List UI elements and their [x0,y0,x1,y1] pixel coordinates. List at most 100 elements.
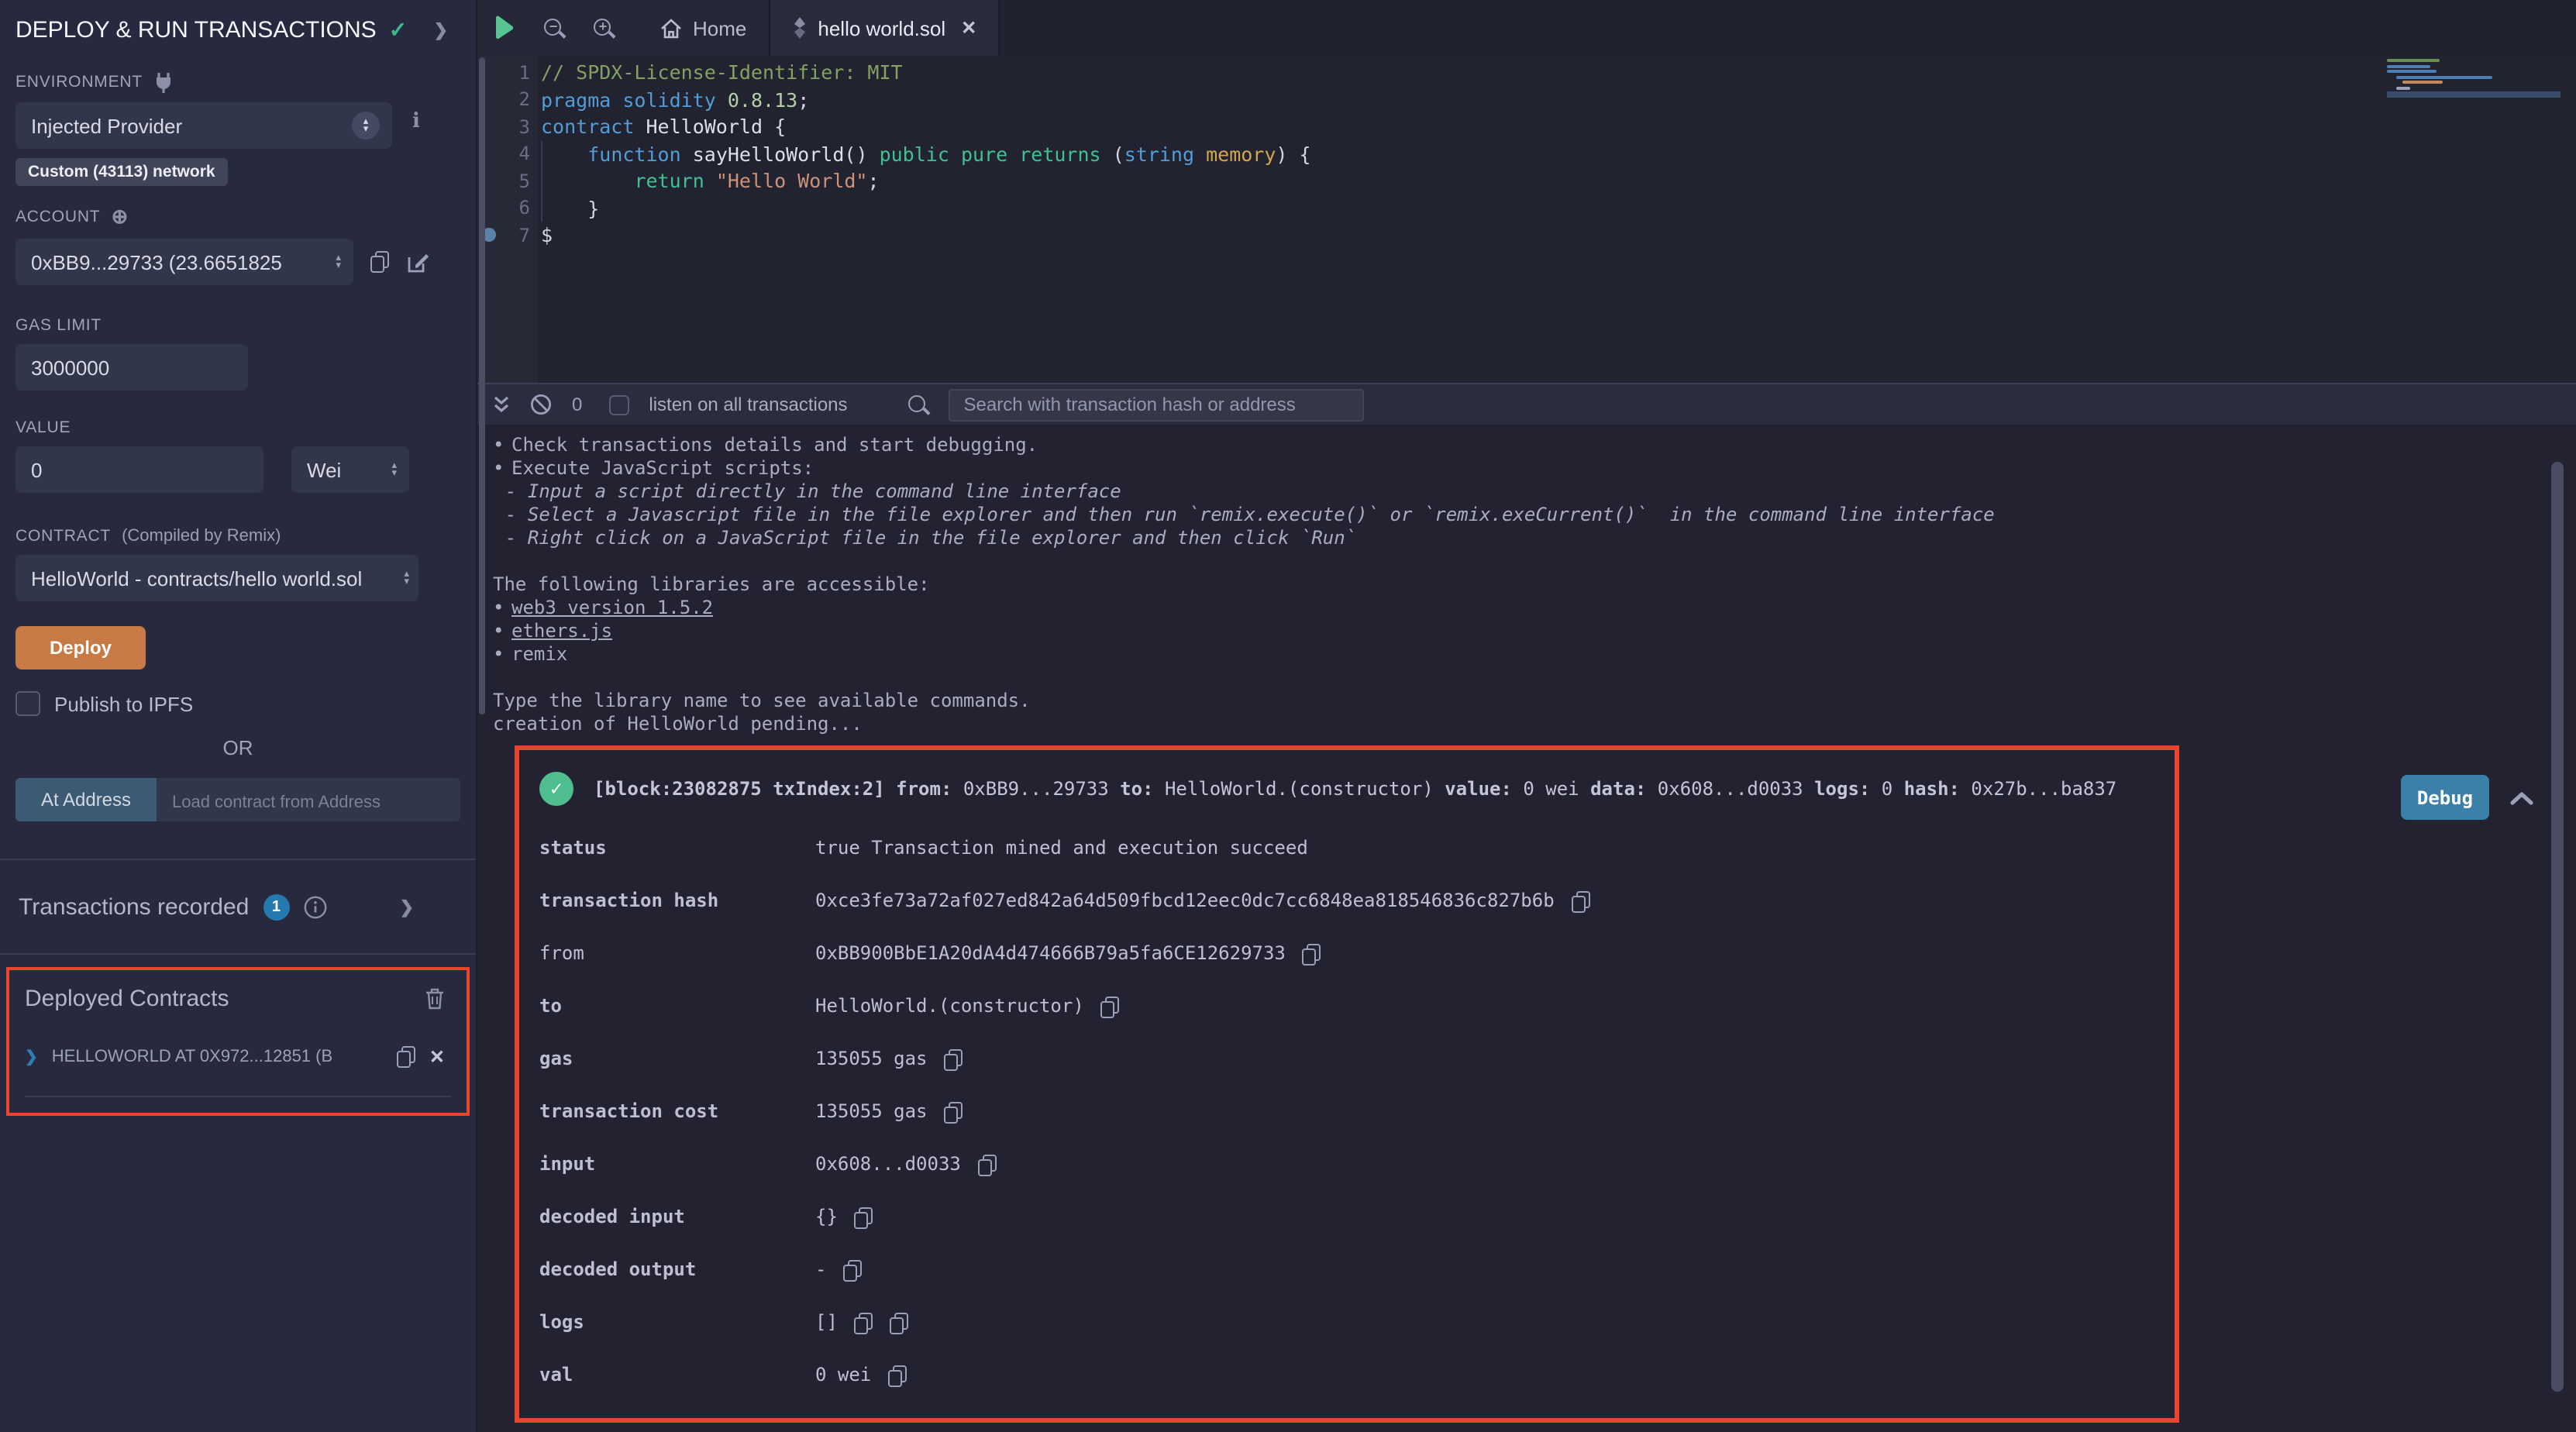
trash-icon[interactable] [425,987,445,1010]
terminal-log-line: - Right click on a JavaScript file in th… [493,527,2576,550]
or-label: OR [15,736,460,759]
edit-account-icon[interactable] [406,250,429,274]
expand-contract-chevron-icon[interactable]: ❯ [25,1048,38,1065]
value-text: {} [815,1206,838,1229]
terminal-link[interactable]: web3 version 1.5.2 [511,597,713,618]
sidebar-scrollbar[interactable] [479,57,485,714]
gas-limit-input[interactable] [15,344,248,391]
transactions-expand-chevron-icon[interactable]: ❯ [400,897,414,917]
transaction-summary[interactable]: [block:23082875 txIndex:2] from: 0xBB9..… [594,777,2116,800]
terminal-panel: 0 listen on all transactions •Check tran… [477,383,2576,1432]
add-account-icon[interactable]: ⊕ [111,205,129,229]
value-input[interactable] [15,446,263,493]
at-address-button[interactable]: At Address [15,778,157,821]
terminal-log-line: •Check transactions details and start de… [493,434,2576,457]
transaction-detail-label: transaction hash [532,890,815,913]
environment-info-icon[interactable]: i [412,109,420,133]
plug-icon [153,71,174,93]
terminal-log-line [493,550,2576,573]
terminal-text: - Right click on a JavaScript file in th… [505,527,1356,549]
publish-ipfs-checkbox[interactable] [15,691,40,716]
terminal-text: - Input a script directly in the command… [505,480,1121,502]
remove-contract-icon[interactable]: ✕ [429,1046,445,1068]
collapse-transaction-chevron-up-icon[interactable] [2509,790,2534,805]
info-circle-icon[interactable] [303,896,326,919]
bullet-icon: • [493,434,511,457]
contract-select[interactable]: HelloWorld - contracts/hello world.sol ▴… [15,555,418,601]
bullet-icon: • [493,620,511,643]
terminal-log-line: - Select a Javascript file in the file e… [493,504,2576,527]
terminal-text: Check transactions details and start deb… [511,434,1038,456]
terminal-text: creation of HelloWorld pending... [493,713,863,735]
deploy-button[interactable]: Deploy [15,626,146,670]
collapse-terminal-double-chevron-icon[interactable] [493,395,510,414]
listen-transactions-checkbox[interactable] [608,394,629,415]
terminal-search-input[interactable] [949,388,1364,421]
at-address-input[interactable] [157,778,460,821]
code-editor[interactable]: 1// SPDX-License-Identifier: MIT2pragma … [477,56,2576,383]
terminal-text: - Select a Javascript file in the file e… [505,504,1995,525]
minimap[interactable] [2387,59,2561,98]
copy-account-icon[interactable] [370,251,389,273]
terminal-scrollbar[interactable] [2551,462,2564,1392]
transaction-detail-label: val [532,1364,815,1387]
clear-console-prohibit-icon[interactable] [530,394,552,415]
value-label: VALUE [15,418,460,437]
code-line: 2pragma solidity 0.8.13; [477,86,2576,113]
copy-icon[interactable] [1303,943,1321,965]
deployed-contract-row[interactable]: ❯ HELLOWORLD AT 0X972...12851 (B ✕ [25,1046,451,1068]
environment-select-stepper-icon[interactable]: ▴▾ [352,112,380,139]
copy-icon[interactable] [978,1154,997,1176]
code-text[interactable]: contract HelloWorld { [530,115,786,139]
code-line: 6 } [477,194,2576,222]
copy-icon[interactable] [843,1259,862,1281]
zoom-in-icon[interactable]: + [594,18,614,38]
account-select[interactable]: 0xBB9...29733 (23.6651825 ▴▾ [15,239,353,285]
code-text[interactable]: function sayHelloWorld() public pure ret… [530,143,1311,166]
close-tab-icon[interactable]: ✕ [961,17,976,39]
copy-icon[interactable] [855,1207,873,1228]
transaction-detail-row: from0xBB900BbE1A20dA4d474666B79a5fa6CE12… [532,942,2144,966]
editor-toolbar: − + Home hello world.sol ✕ [477,0,2576,56]
tab-home[interactable]: Home [639,0,768,56]
copy-icon[interactable] [1101,996,1120,1017]
transaction-success-check-icon: ✓ [539,772,573,806]
copy-icon[interactable] [855,1312,873,1334]
zoom-out-icon[interactable]: − [544,18,564,38]
terminal-link[interactable]: ethers.js [511,620,612,642]
environment-select[interactable]: Injected Provider ▴▾ [15,102,392,149]
pending-transactions-count: 0 [572,394,582,415]
transaction-detail-row: gas135055 gas [532,1048,2144,1071]
listen-transactions-label: listen on all transactions [649,394,847,415]
copy-icon[interactable] [890,1312,909,1334]
terminal-log-line: creation of HelloWorld pending... [493,713,2576,736]
gas-limit-label: GAS LIMIT [15,316,460,335]
chevron-right-icon[interactable]: ❯ [434,20,448,40]
tab-hello-world-sol[interactable]: hello world.sol ✕ [768,0,1000,56]
copy-contract-address-icon[interactable] [397,1046,415,1068]
terminal-output: •Check transactions details and start de… [477,425,2576,1423]
copy-icon[interactable] [945,1048,963,1070]
code-text[interactable]: return "Hello World"; [530,170,880,193]
indent-guide [541,141,542,222]
value-unit-select[interactable]: Wei ▴▾ [291,446,409,493]
copy-icon[interactable] [945,1101,963,1123]
code-text[interactable]: pragma solidity 0.8.13; [530,88,809,112]
divider [25,1096,451,1097]
account-select-stepper-icon[interactable]: ▴▾ [336,253,341,270]
copy-icon[interactable] [888,1365,907,1386]
network-badge: Custom (43113) network [15,158,228,186]
code-text[interactable]: $ [530,224,553,247]
debug-button[interactable]: Debug [2401,775,2489,820]
deployed-contracts-annotation-box: Deployed Contracts ❯ HELLOWORLD AT 0X972… [6,967,470,1116]
code-text[interactable]: // SPDX-License-Identifier: MIT [530,61,903,84]
contract-select-stepper-icon[interactable]: ▴▾ [404,570,409,587]
transaction-detail-label: status [532,837,815,860]
copy-icon[interactable] [1572,890,1590,912]
run-script-play-icon[interactable] [493,15,515,40]
transactions-recorded-label: Transactions recorded [19,894,249,921]
transaction-detail-value: [] [815,1311,909,1334]
value-text: - [815,1258,826,1282]
value-text: true Transaction mined and execution suc… [815,837,1308,860]
value-unit-stepper-icon[interactable]: ▴▾ [391,461,397,478]
